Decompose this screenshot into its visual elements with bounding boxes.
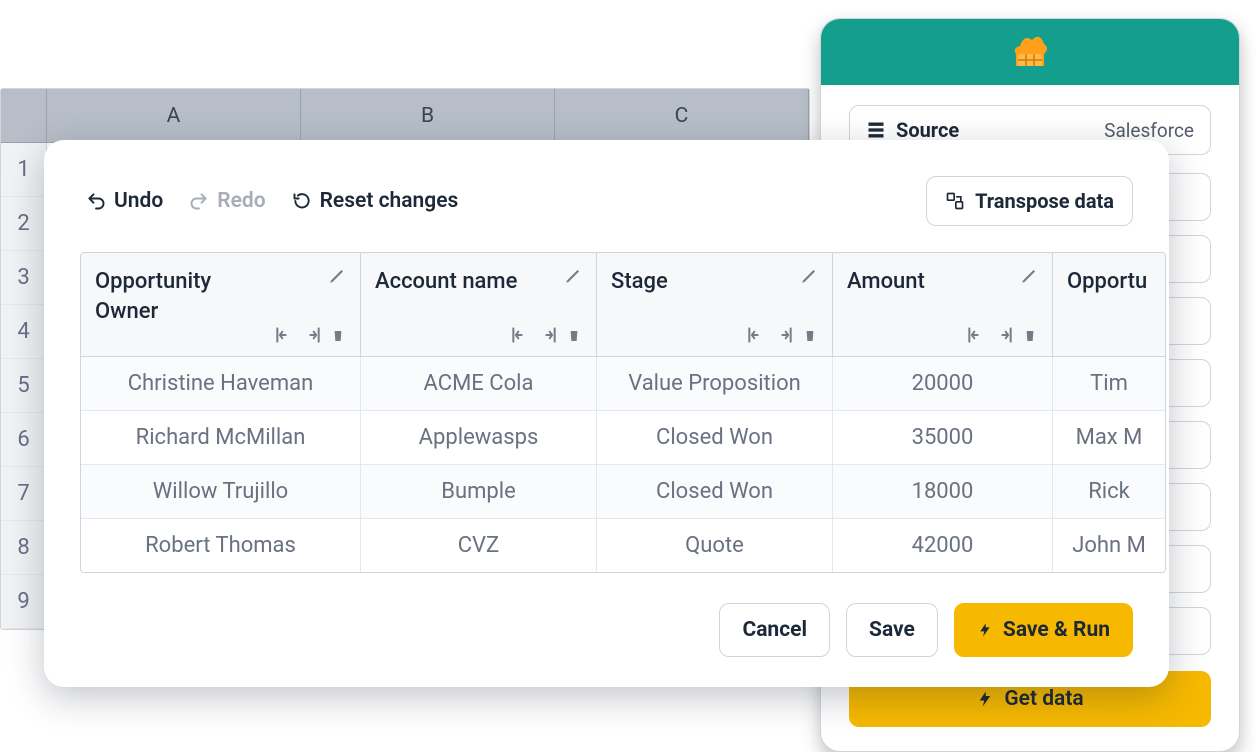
sheet-col-header: A xyxy=(47,89,301,142)
reset-label: Reset changes xyxy=(320,189,459,213)
get-data-label: Get data xyxy=(1004,687,1083,711)
table-cell[interactable]: Rick xyxy=(1053,465,1165,518)
table-cell[interactable]: John M xyxy=(1053,519,1165,572)
delete-column-icon[interactable] xyxy=(1022,326,1038,344)
bolt-icon xyxy=(976,690,994,708)
table-cell[interactable]: 35000 xyxy=(833,411,1053,464)
save-button[interactable]: Save xyxy=(846,603,938,657)
sheet-col-header: B xyxy=(301,89,555,142)
bolt-icon xyxy=(977,621,993,639)
edit-data-modal: Undo Redo Reset changes Transpose data xyxy=(44,140,1169,687)
source-value: Salesforce xyxy=(1104,119,1194,142)
delete-column-icon[interactable] xyxy=(566,326,582,344)
sheet-row-header: 5 xyxy=(1,359,47,412)
table-cell[interactable]: Closed Won xyxy=(597,411,833,464)
column-header: Amount xyxy=(833,253,1053,356)
column-header: Opportu xyxy=(1053,253,1165,356)
column-header: Opportunity Owner xyxy=(81,253,361,356)
cancel-button[interactable]: Cancel xyxy=(719,603,830,657)
delete-column-icon[interactable] xyxy=(802,326,818,344)
insert-right-icon[interactable] xyxy=(538,326,558,344)
column-header: Account name xyxy=(361,253,597,356)
column-title: Stage xyxy=(611,267,668,297)
undo-button[interactable]: Undo xyxy=(86,189,163,213)
insert-right-icon[interactable] xyxy=(994,326,1014,344)
save-run-label: Save & Run xyxy=(1003,618,1110,642)
table-cell[interactable]: ACME Cola xyxy=(361,357,597,410)
edit-column-icon[interactable] xyxy=(800,267,818,289)
table-cell[interactable]: Richard McMillan xyxy=(81,411,361,464)
column-title: Opportunity Owner xyxy=(95,267,265,326)
edit-column-icon[interactable] xyxy=(1020,267,1038,289)
table-cell[interactable]: 42000 xyxy=(833,519,1053,572)
table-cell[interactable]: 20000 xyxy=(833,357,1053,410)
table-header-row: Opportunity Owner Account name xyxy=(81,253,1165,357)
edit-column-icon[interactable] xyxy=(328,267,346,289)
insert-left-icon[interactable] xyxy=(746,326,766,344)
column-title: Amount xyxy=(847,267,925,297)
table-cell[interactable]: Willow Trujillo xyxy=(81,465,361,518)
table-cell[interactable]: Closed Won xyxy=(597,465,833,518)
insert-right-icon[interactable] xyxy=(774,326,794,344)
cancel-label: Cancel xyxy=(742,618,807,642)
sheet-row-header: 9 xyxy=(1,575,47,628)
sheet-row-header: 2 xyxy=(1,197,47,250)
sheet-row-header: 8 xyxy=(1,521,47,574)
sheet-row-header: 3 xyxy=(1,251,47,304)
sheet-row-header: 4 xyxy=(1,305,47,358)
redo-label: Redo xyxy=(217,189,265,213)
insert-right-icon[interactable] xyxy=(302,326,322,344)
data-table: Opportunity Owner Account name xyxy=(80,252,1166,573)
reset-button[interactable]: Reset changes xyxy=(292,189,459,213)
undo-icon xyxy=(86,191,106,211)
table-cell[interactable]: Robert Thomas xyxy=(81,519,361,572)
edit-column-icon[interactable] xyxy=(564,267,582,289)
save-label: Save xyxy=(869,618,915,642)
redo-icon xyxy=(189,191,209,211)
delete-column-icon[interactable] xyxy=(330,326,346,344)
table-cell[interactable]: Applewasps xyxy=(361,411,597,464)
insert-left-icon[interactable] xyxy=(510,326,530,344)
table-cell[interactable]: Tim xyxy=(1053,357,1165,410)
sheet-row-header: 7 xyxy=(1,467,47,520)
table-cell[interactable]: CVZ xyxy=(361,519,597,572)
reset-icon xyxy=(292,191,312,211)
table-cell[interactable]: Value Proposition xyxy=(597,357,833,410)
table-row[interactable]: Willow Trujillo Bumple Closed Won 18000 … xyxy=(81,465,1165,519)
side-panel-header xyxy=(821,19,1239,85)
table-cell[interactable]: Max M xyxy=(1053,411,1165,464)
table-row[interactable]: Richard McMillan Applewasps Closed Won 3… xyxy=(81,411,1165,465)
sheet-row-header: 1 xyxy=(1,143,47,196)
column-header: Stage xyxy=(597,253,833,356)
insert-left-icon[interactable] xyxy=(966,326,986,344)
undo-label: Undo xyxy=(114,189,163,213)
transpose-icon xyxy=(945,191,965,211)
table-cell[interactable]: 18000 xyxy=(833,465,1053,518)
table-row[interactable]: Christine Haveman ACME Cola Value Propos… xyxy=(81,357,1165,411)
table-cell[interactable]: Christine Haveman xyxy=(81,357,361,410)
modal-toolbar: Undo Redo Reset changes Transpose data xyxy=(44,176,1169,252)
save-and-run-button[interactable]: Save & Run xyxy=(954,603,1133,657)
insert-left-icon[interactable] xyxy=(274,326,294,344)
transpose-label: Transpose data xyxy=(975,189,1114,213)
column-title: Opportu xyxy=(1067,267,1147,297)
app-logo-icon xyxy=(1010,32,1050,72)
source-icon xyxy=(866,120,886,140)
transpose-button[interactable]: Transpose data xyxy=(926,176,1133,226)
redo-button: Redo xyxy=(189,189,265,213)
sheet-corner xyxy=(1,89,47,142)
table-row[interactable]: Robert Thomas CVZ Quote 42000 John M xyxy=(81,519,1165,572)
modal-footer: Cancel Save Save & Run xyxy=(44,573,1169,657)
sheet-row-header: 6 xyxy=(1,413,47,466)
table-cell[interactable]: Bumple xyxy=(361,465,597,518)
sheet-col-header: C xyxy=(555,89,809,142)
source-label: Source xyxy=(896,118,959,142)
column-title: Account name xyxy=(375,267,517,297)
table-cell[interactable]: Quote xyxy=(597,519,833,572)
